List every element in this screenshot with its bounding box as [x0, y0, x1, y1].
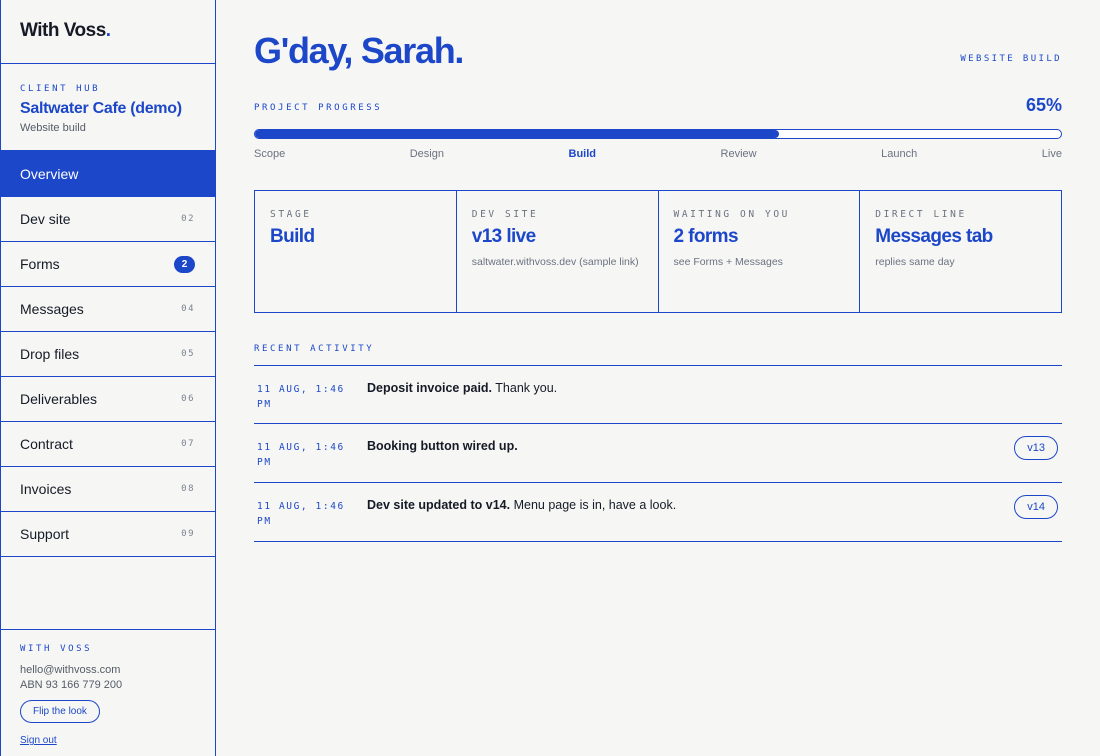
brand-logo[interactable]: With Voss.	[1, 0, 215, 64]
card-sub: replies same day	[875, 256, 955, 268]
sidebar-item-forms[interactable]: Forms 2	[1, 242, 215, 287]
stage-launch: Launch	[881, 148, 918, 160]
activity-detail: Menu page is in, have a look.	[510, 498, 677, 512]
stage-design: Design	[409, 148, 444, 160]
card-sub: see Forms + Messages	[673, 256, 783, 268]
card-sub: saltwater.withvoss.dev (sample link)	[471, 256, 639, 268]
list-item: 11 AUG, 1:46 PM Dev site updated to v14.…	[254, 483, 1062, 542]
activity-list: 11 AUG, 1:46 PM Deposit invoice paid. Th…	[254, 365, 1062, 542]
list-item: 11 AUG, 1:46 PM Deposit invoice paid. Th…	[254, 366, 1062, 424]
sidebar-item-number: 02	[181, 214, 195, 224]
brand-dot: .	[105, 20, 111, 41]
sidebar-item-label: Forms	[20, 256, 60, 272]
summary-cards: STAGE Build DEV SITE v13 live saltwater.…	[254, 190, 1062, 313]
progress-percent: 65%	[1025, 95, 1062, 115]
progress-stages: Scope Design Build Review Launch Live	[254, 148, 1062, 160]
footer-email: hello@withvoss.com	[20, 664, 121, 676]
client-subtitle: Website build	[20, 122, 86, 134]
card-dev-site[interactable]: DEV SITE v13 live saltwater.withvoss.dev…	[457, 191, 659, 312]
sidebar-item-label: Messages	[20, 301, 84, 317]
card-label: DEV SITE	[471, 209, 539, 220]
sidebar: With Voss. CLIENT HUB Saltwater Cafe (de…	[0, 0, 216, 756]
footer-eyebrow: WITH VOSS	[20, 644, 93, 654]
forms-count-badge: 2	[174, 255, 195, 273]
client-block: CLIENT HUB Saltwater Cafe (demo) Website…	[1, 64, 215, 151]
card-waiting-on-you[interactable]: WAITING ON YOU 2 forms see Forms + Messa…	[659, 191, 861, 312]
card-value: 2 forms	[673, 226, 739, 247]
sign-out-link[interactable]: Sign out	[20, 735, 215, 746]
stage-review: Review	[720, 148, 757, 160]
activity-detail: Thank you.	[492, 381, 558, 395]
card-value: Messages tab	[875, 226, 993, 247]
sidebar-nav: Overview Dev site 02 Forms 2 Messages 04…	[1, 151, 215, 557]
sidebar-item-number: 08	[181, 484, 195, 494]
activity-time: 11 AUG, 1:46 PM	[257, 384, 345, 410]
client-name: Saltwater Cafe (demo)	[20, 100, 182, 117]
card-value: v13 live	[471, 226, 536, 247]
version-pill-v13[interactable]: v13	[1014, 436, 1058, 460]
card-direct-line[interactable]: DIRECT LINE Messages tab replies same da…	[860, 191, 1061, 312]
sidebar-footer: WITH VOSS hello@withvoss.com ABN 93 166 …	[1, 629, 215, 756]
flip-the-look-button[interactable]: Flip the look	[20, 700, 100, 723]
activity-time: 11 AUG, 1:46 PM	[257, 501, 345, 527]
sidebar-item-support[interactable]: Support 09	[1, 512, 215, 557]
progress-bar	[254, 129, 1062, 139]
sidebar-item-number: 06	[181, 394, 195, 404]
sidebar-item-number: 09	[181, 529, 195, 539]
activity-headline: Dev site updated to v14.	[367, 498, 511, 512]
activity-text: Booking button wired up.	[367, 439, 518, 453]
sidebar-item-label: Drop files	[20, 346, 80, 362]
card-value: Build	[270, 226, 315, 247]
sidebar-item-number: 04	[181, 304, 195, 314]
card-label: DIRECT LINE	[875, 209, 967, 220]
card-stage: STAGE Build	[255, 191, 457, 312]
stage-build: Build	[568, 148, 597, 160]
activity-headline: Deposit invoice paid.	[367, 381, 493, 395]
sidebar-item-drop-files[interactable]: Drop files 05	[1, 332, 215, 377]
card-label: WAITING ON YOU	[673, 209, 790, 220]
sidebar-item-label: Invoices	[20, 481, 72, 497]
footer-abn: ABN 93 166 779 200	[20, 679, 123, 691]
stage-live: Live	[1041, 148, 1062, 160]
version-pill-v14[interactable]: v14	[1014, 495, 1058, 519]
client-eyebrow: CLIENT HUB	[20, 84, 101, 94]
page-title: G'day, Sarah.	[254, 30, 464, 71]
progress-bar-fill	[255, 130, 779, 138]
activity-text: Dev site updated to v14. Menu page is in…	[367, 498, 676, 512]
sidebar-item-label: Support	[20, 526, 70, 542]
sidebar-item-messages[interactable]: Messages 04	[1, 287, 215, 332]
brand-name: With Voss	[20, 20, 106, 41]
progress-label: PROJECT PROGRESS	[254, 103, 383, 113]
activity-time: 11 AUG, 1:46 PM	[257, 442, 345, 468]
activity-headline: Booking button wired up.	[367, 439, 518, 453]
sidebar-item-overview[interactable]: Overview	[1, 151, 215, 197]
sidebar-item-label: Overview	[20, 165, 79, 182]
sidebar-item-number: 05	[181, 349, 195, 359]
card-label: STAGE	[270, 209, 312, 220]
stage-scope: Scope	[254, 148, 286, 160]
sidebar-item-deliverables[interactable]: Deliverables 06	[1, 377, 215, 422]
sidebar-item-contract[interactable]: Contract 07	[1, 422, 215, 467]
project-type-tag: WEBSITE BUILD	[960, 54, 1062, 64]
sidebar-item-label: Dev site	[20, 211, 71, 227]
sidebar-item-label: Contract	[20, 436, 73, 452]
sidebar-item-dev-site[interactable]: Dev site 02	[1, 197, 215, 242]
sidebar-item-number: 07	[181, 439, 195, 449]
sidebar-item-label: Deliverables	[20, 391, 98, 407]
activity-text: Deposit invoice paid. Thank you.	[367, 381, 557, 395]
recent-activity-label: RECENT ACTIVITY	[254, 344, 375, 354]
list-item: 11 AUG, 1:46 PM Booking button wired up.…	[254, 424, 1062, 483]
sidebar-item-invoices[interactable]: Invoices 08	[1, 467, 215, 512]
